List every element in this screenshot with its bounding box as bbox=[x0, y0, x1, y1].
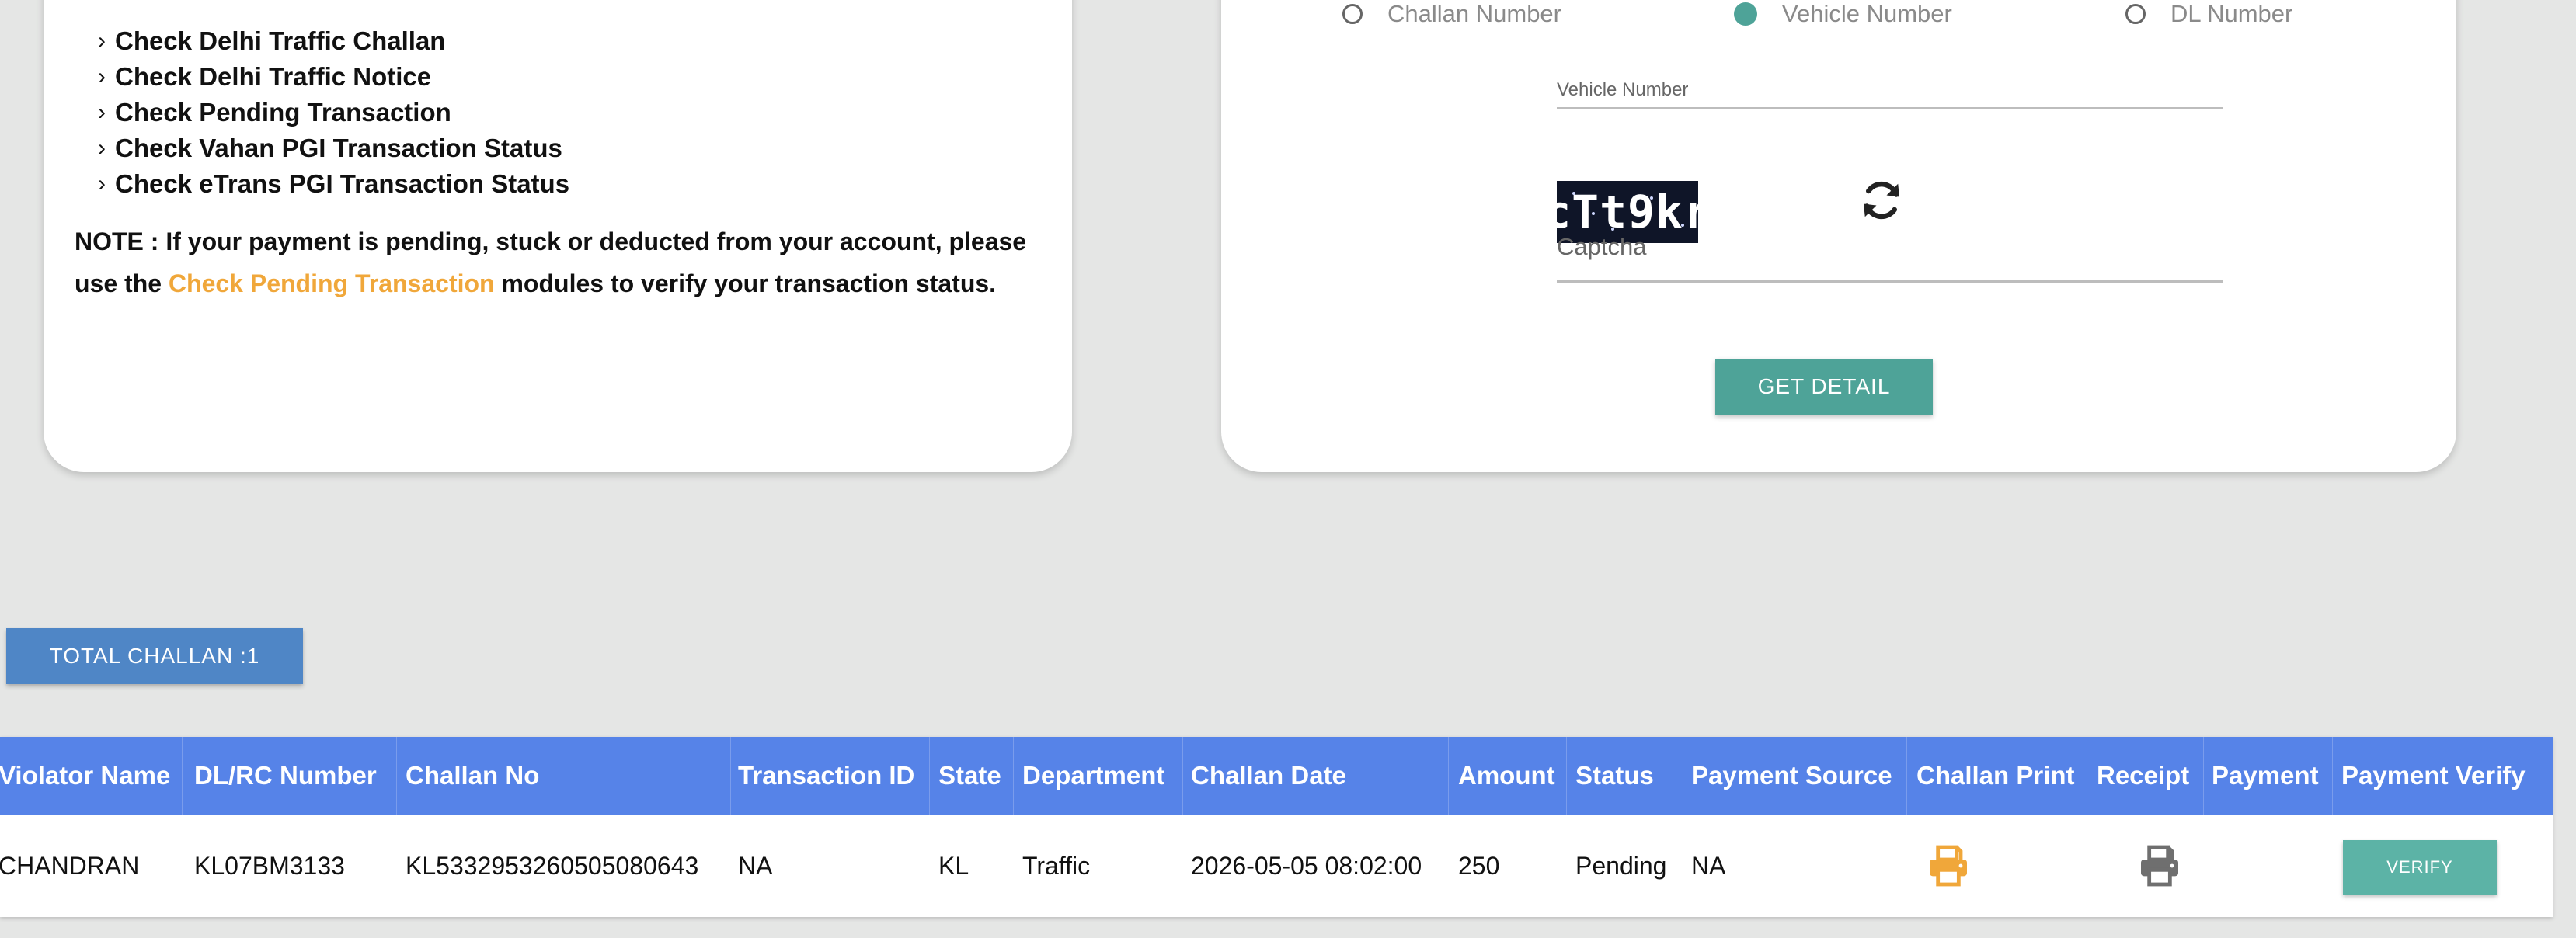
chevron-right-icon: › bbox=[98, 135, 106, 161]
cell-status: Pending bbox=[1575, 852, 1667, 880]
col-payment: Payment bbox=[2212, 761, 2319, 790]
column-divider bbox=[182, 737, 183, 815]
pending-transaction-link[interactable]: Check Pending Transaction bbox=[169, 269, 495, 297]
col-transaction-id: Transaction ID bbox=[738, 761, 915, 790]
chevron-right-icon: › bbox=[98, 28, 106, 54]
refresh-captcha-icon[interactable] bbox=[1858, 177, 1905, 224]
verify-button[interactable]: VERIFY bbox=[2343, 840, 2497, 895]
column-divider bbox=[1906, 737, 1907, 815]
vehicle-number-input[interactable] bbox=[1557, 107, 2223, 109]
search-type-radio-group: Challan Number Vehicle Number DL Number bbox=[1221, 0, 2456, 47]
chevron-right-icon: › bbox=[98, 99, 106, 125]
radio-vehicle-number[interactable]: Vehicle Number bbox=[1734, 0, 1952, 28]
link-check-delhi-traffic-challan[interactable]: › Check Delhi Traffic Challan bbox=[98, 23, 569, 59]
cell-transaction-id: NA bbox=[738, 852, 773, 880]
cell-violator: CHANDRAN bbox=[0, 852, 140, 880]
column-divider bbox=[1182, 737, 1183, 815]
column-divider bbox=[2332, 737, 2333, 815]
column-divider bbox=[929, 737, 930, 815]
captcha-noise bbox=[1572, 192, 1575, 195]
cell-challan-no: KL5332953260505080643 bbox=[406, 852, 699, 880]
table-row: CHANDRAN KL07BM3133 KL533295326050508064… bbox=[0, 815, 2553, 917]
col-dl-rc-number: DL/RC Number bbox=[194, 761, 377, 790]
link-check-vahan-pgi-status[interactable]: › Check Vahan PGI Transaction Status bbox=[98, 130, 569, 166]
cell-department: Traffic bbox=[1022, 852, 1091, 880]
challan-table: Violator Name DL/RC Number Challan No Tr… bbox=[0, 737, 2553, 917]
info-card: › Check Delhi Traffic Challan › Check Delh… bbox=[44, 0, 1072, 472]
cell-payment-source: NA bbox=[1691, 852, 1726, 880]
radio-circle-selected[interactable] bbox=[1734, 2, 1757, 26]
link-check-delhi-traffic-notice[interactable]: › Check Delhi Traffic Notice bbox=[98, 59, 569, 95]
quick-links: › Check Delhi Traffic Challan › Check Delh… bbox=[98, 23, 569, 202]
col-violator-name: Violator Name bbox=[0, 761, 171, 790]
column-divider bbox=[396, 737, 397, 815]
col-payment-verify: Payment Verify bbox=[2341, 761, 2526, 790]
captcha-label: Captcha bbox=[1557, 233, 1647, 260]
cell-amount: 250 bbox=[1458, 852, 1500, 880]
total-challan-button[interactable]: TOTAL CHALLAN :1 bbox=[6, 628, 303, 684]
radio-challan-number[interactable]: Challan Number bbox=[1342, 0, 1561, 28]
radio-circle[interactable] bbox=[1342, 4, 1363, 24]
receipt-print-icon[interactable] bbox=[2135, 841, 2184, 891]
link-check-pending-transaction[interactable]: › Check Pending Transaction bbox=[98, 95, 569, 130]
cell-state: KL bbox=[938, 852, 969, 880]
payment-note: NOTE : If your payment is pending, stuck… bbox=[75, 228, 1027, 297]
column-divider bbox=[730, 737, 731, 815]
table-header: Violator Name DL/RC Number Challan No Tr… bbox=[0, 737, 2553, 815]
col-challan-no: Challan No bbox=[406, 761, 540, 790]
chevron-right-icon: › bbox=[98, 64, 106, 89]
cell-dl-rc: KL07BM3133 bbox=[194, 852, 345, 880]
radio-circle[interactable] bbox=[2125, 4, 2146, 24]
search-card: Challan Number Vehicle Number DL Number … bbox=[1221, 0, 2456, 472]
captcha-input[interactable] bbox=[1557, 280, 2223, 283]
captcha-noise bbox=[1650, 196, 1653, 200]
get-detail-button[interactable]: GET DETAIL bbox=[1715, 359, 1933, 415]
col-payment-source: Payment Source bbox=[1691, 761, 1892, 790]
chevron-right-icon: › bbox=[98, 171, 106, 196]
col-challan-print: Challan Print bbox=[1916, 761, 2075, 790]
col-status: Status bbox=[1575, 761, 1654, 790]
link-check-etrans-pgi-status[interactable]: › Check eTrans PGI Transaction Status bbox=[98, 166, 569, 202]
vehicle-number-label: Vehicle Number bbox=[1557, 79, 1689, 100]
column-divider bbox=[1013, 737, 1014, 815]
captcha-noise bbox=[1611, 228, 1614, 231]
col-department: Department bbox=[1022, 761, 1165, 790]
captcha-noise bbox=[1681, 224, 1684, 227]
col-challan-date: Challan Date bbox=[1191, 761, 1346, 790]
captcha-noise bbox=[1592, 212, 1595, 215]
challan-print-icon[interactable] bbox=[1923, 841, 1973, 891]
col-receipt: Receipt bbox=[2097, 761, 2190, 790]
col-state: State bbox=[938, 761, 1001, 790]
col-amount: Amount bbox=[1458, 761, 1555, 790]
cell-challan-date: 2026-05-05 08:02:00 bbox=[1191, 852, 1422, 880]
radio-dl-number[interactable]: DL Number bbox=[2125, 0, 2292, 28]
column-divider bbox=[1566, 737, 1567, 815]
column-divider bbox=[2203, 737, 2204, 815]
column-divider bbox=[1448, 737, 1449, 815]
